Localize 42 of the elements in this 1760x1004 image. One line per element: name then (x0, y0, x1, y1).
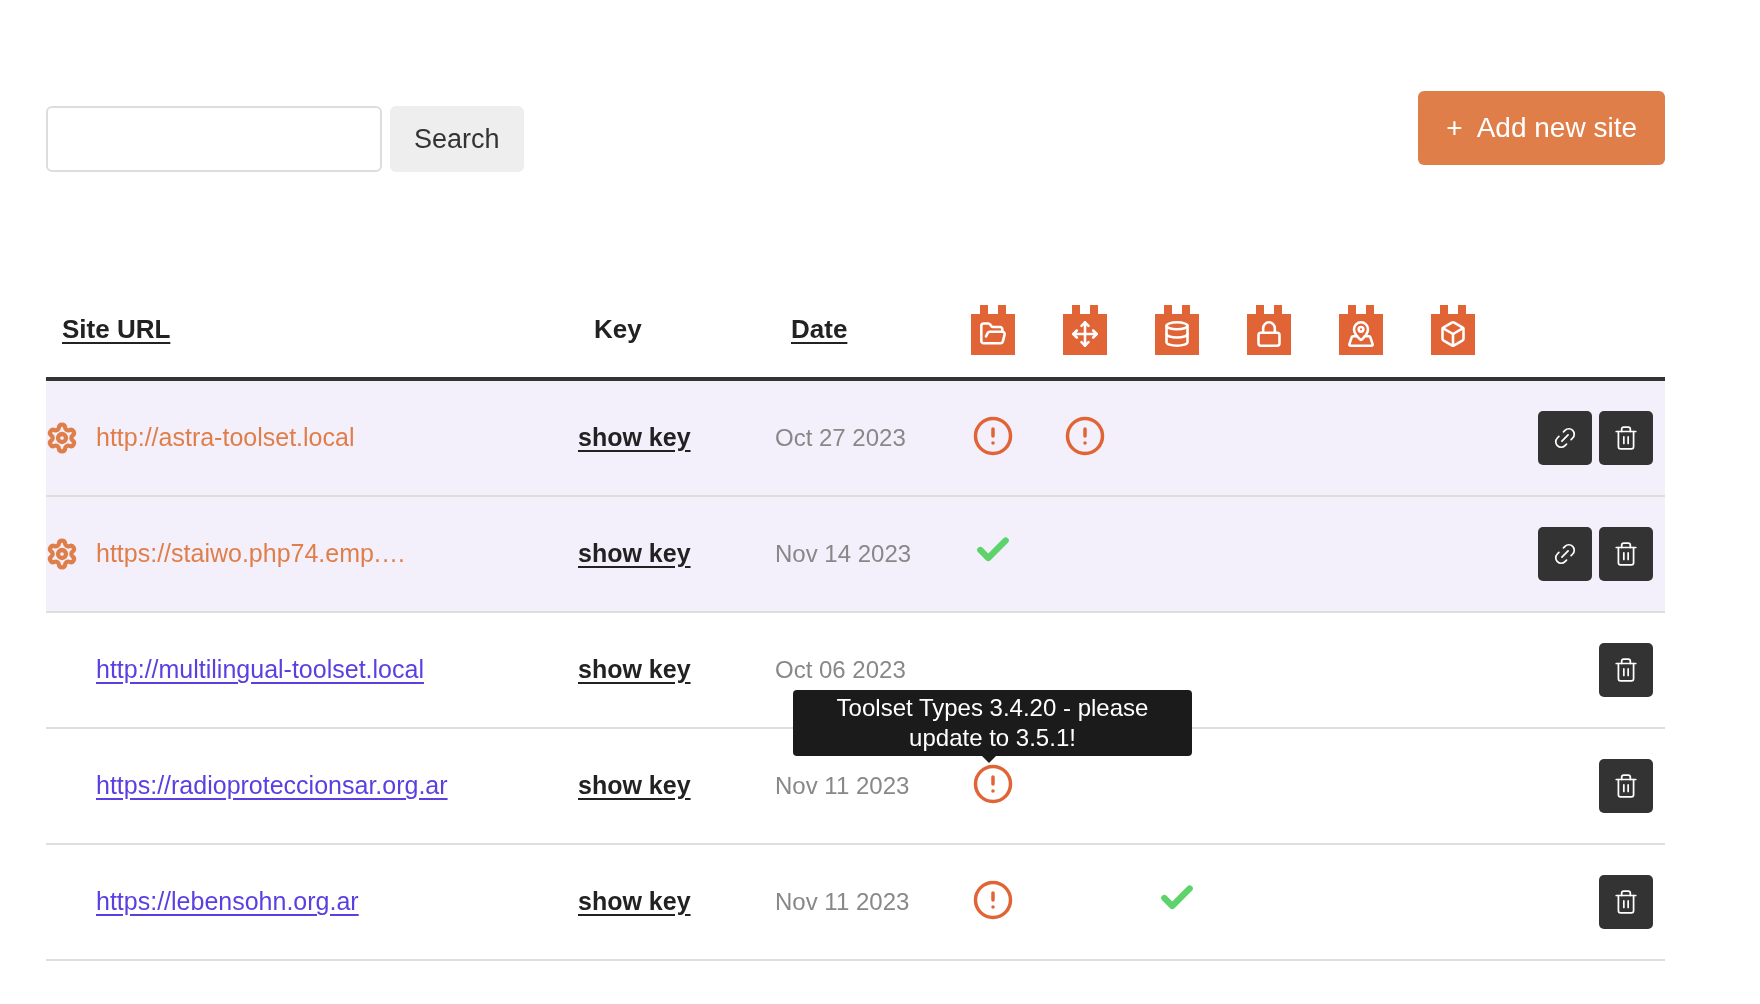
map-pin-icon (1339, 304, 1383, 355)
column-header[interactable]: Site URL (62, 314, 171, 344)
gear-icon (46, 422, 78, 454)
trash-icon (1613, 541, 1639, 567)
delete-button[interactable] (1599, 643, 1653, 697)
column-header: Key (594, 314, 642, 344)
date-text: Nov 11 2023 (775, 772, 910, 799)
link-button[interactable] (1538, 411, 1592, 465)
trash-icon (1613, 889, 1639, 915)
date-text: Nov 11 2023 (775, 888, 910, 915)
site-link[interactable]: https://radioproteccionsar.org.ar (96, 767, 448, 805)
trash-icon (1613, 657, 1639, 683)
date-text: Oct 27 2023 (775, 424, 906, 451)
delete-button[interactable] (1599, 759, 1653, 813)
arrows-icon (1063, 304, 1107, 355)
warning-icon[interactable] (972, 879, 1014, 921)
date-text: Nov 14 2023 (775, 540, 912, 567)
site-link[interactable]: http://multilingual-toolset.local (96, 651, 424, 689)
show-key-link[interactable]: show key (578, 423, 691, 452)
search-button[interactable]: Search (390, 106, 524, 172)
database-icon (1155, 304, 1199, 355)
delete-button[interactable] (1599, 527, 1653, 581)
link-button[interactable] (1538, 527, 1592, 581)
cube-icon (1431, 304, 1475, 355)
trash-icon (1613, 773, 1639, 799)
date-text: Oct 06 2023 (775, 656, 906, 683)
search-field[interactable] (46, 106, 382, 172)
show-key-link[interactable]: show key (578, 887, 691, 916)
column-header[interactable]: Date (791, 314, 848, 344)
warning-icon[interactable] (1064, 415, 1106, 457)
show-key-link[interactable]: show key (578, 539, 691, 568)
site-link[interactable]: https://lebensohn.org.ar (96, 883, 359, 921)
show-key-link[interactable]: show key (578, 655, 691, 684)
show-key-link[interactable]: show key (578, 771, 691, 800)
trash-icon (1613, 425, 1639, 451)
padlock-icon (1247, 304, 1291, 355)
folder-icon (971, 304, 1015, 355)
warning-icon[interactable] (972, 763, 1014, 805)
gear-icon (46, 538, 78, 570)
delete-button[interactable] (1599, 875, 1653, 929)
warning-icon[interactable] (972, 415, 1014, 457)
delete-button[interactable] (1599, 411, 1653, 465)
